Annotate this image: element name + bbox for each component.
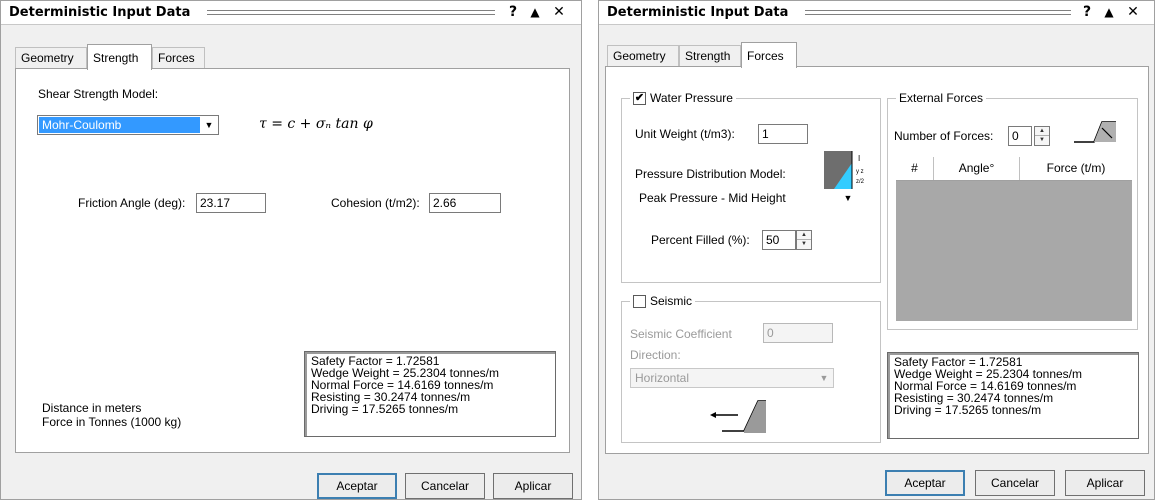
number-of-forces-input[interactable] xyxy=(1008,126,1032,146)
unit-weight-input[interactable] xyxy=(758,124,808,144)
seismic-title: Seismic xyxy=(650,294,693,308)
number-of-forces-stepper[interactable]: ▲ ▼ xyxy=(1034,126,1050,146)
result-driving: Driving = 17.5265 tonnes/m xyxy=(894,403,1042,417)
svg-text:z/2: z/2 xyxy=(856,179,865,185)
seismic-direction-icon xyxy=(710,400,766,433)
tab-strength[interactable]: Strength xyxy=(679,45,741,67)
col-angle[interactable]: Angle° xyxy=(934,157,1020,180)
ok-button[interactable]: Aceptar xyxy=(317,473,397,499)
results-box: Safety Factor = 1.72581 Wedge Weight = 2… xyxy=(304,351,556,437)
svg-text:y z: y z xyxy=(856,169,864,175)
close-button[interactable]: ✕ xyxy=(549,3,569,21)
seismic-direction-select[interactable]: Horizontal ▼ xyxy=(630,368,834,388)
collapse-button[interactable]: ▲ xyxy=(525,3,545,21)
distribution-model-label: Pressure Distribution Model: xyxy=(635,167,786,181)
shear-model-value: Mohr-Coulomb xyxy=(39,117,200,133)
strength-dialog: Deterministic Input Data ? ▲ ✕ Geometry … xyxy=(0,0,582,500)
cancel-button[interactable]: Cancelar xyxy=(405,473,485,499)
seismic-group: Seismic Seismic Coefficient Direction: H… xyxy=(621,294,881,443)
title-bar[interactable]: Deterministic Input Data ? ▲ ✕ xyxy=(599,1,1154,25)
external-forces-group: External Forces Number of Forces: ▲▼ # A… xyxy=(887,91,1138,330)
units-force: Force in Tonnes (1000 kg) xyxy=(42,415,182,429)
col-force[interactable]: Force (t/m) xyxy=(1020,157,1132,180)
shear-model-label: Shear Strength Model: xyxy=(38,87,159,101)
forces-panel: ✔ Water Pressure Unit Weight (t/m3): Pre… xyxy=(605,66,1149,454)
seismic-coefficient-label: Seismic Coefficient xyxy=(630,327,732,341)
title-rule xyxy=(207,10,495,15)
apply-button[interactable]: Aplicar xyxy=(1065,470,1145,496)
tab-geometry[interactable]: Geometry xyxy=(15,47,87,69)
tab-forces[interactable]: Forces xyxy=(741,42,797,68)
title-bar[interactable]: Deterministic Input Data ? ▲ ✕ xyxy=(1,1,581,25)
water-pressure-title: Water Pressure xyxy=(650,91,733,105)
friction-angle-label: Friction Angle (deg): xyxy=(78,196,186,210)
water-pressure-toggle[interactable]: ✔ Water Pressure xyxy=(630,91,736,105)
result-driving: Driving = 17.5265 tonnes/m xyxy=(311,402,459,416)
percent-filled-input[interactable] xyxy=(762,230,796,250)
chevron-down-icon: ▼ xyxy=(204,120,214,130)
seismic-direction-label: Direction: xyxy=(630,348,681,362)
forces-dialog: Deterministic Input Data ? ▲ ✕ Geometry … xyxy=(598,0,1155,500)
cancel-button[interactable]: Cancelar xyxy=(975,470,1055,496)
pressure-distribution-icon: I y z z/2 xyxy=(824,151,865,189)
ok-button[interactable]: Aceptar xyxy=(885,470,965,496)
apply-button[interactable]: Aplicar xyxy=(493,473,573,499)
friction-angle-input[interactable] xyxy=(196,193,266,213)
external-force-icon xyxy=(1074,121,1116,143)
external-forces-title-wrap: External Forces xyxy=(896,91,987,105)
seismic-toggle[interactable]: Seismic xyxy=(630,294,696,308)
unit-weight-label: Unit Weight (t/m3): xyxy=(635,127,735,141)
forces-table-body[interactable] xyxy=(896,181,1132,321)
chevron-down-icon: ▼ xyxy=(843,193,853,203)
distribution-model-select[interactable]: Peak Pressure - Mid Height ▼ xyxy=(635,189,857,209)
tab-forces[interactable]: Forces xyxy=(152,47,205,69)
cohesion-label: Cohesion (t/m2): xyxy=(331,196,420,210)
title-rule xyxy=(805,10,1071,15)
percent-filled-label: Percent Filled (%): xyxy=(651,233,750,247)
tab-geometry[interactable]: Geometry xyxy=(607,45,679,67)
chevron-down-icon: ▼ xyxy=(819,373,829,383)
seismic-checkbox[interactable] xyxy=(633,294,646,308)
tab-strength[interactable]: Strength xyxy=(87,44,152,70)
col-index[interactable]: # xyxy=(896,157,934,180)
forces-table-header: # Angle° Force (t/m) xyxy=(896,157,1132,181)
help-button[interactable]: ? xyxy=(1079,3,1095,21)
water-pressure-group: ✔ Water Pressure Unit Weight (t/m3): Pre… xyxy=(621,91,881,283)
seismic-coefficient-input[interactable] xyxy=(763,323,833,343)
collapse-button[interactable]: ▲ xyxy=(1099,3,1119,21)
help-button[interactable]: ? xyxy=(505,3,521,21)
svg-text:I: I xyxy=(858,154,860,163)
cohesion-input[interactable] xyxy=(429,193,501,213)
dialog-title: Deterministic Input Data xyxy=(607,5,789,20)
units-distance: Distance in meters xyxy=(42,401,142,415)
results-box: Safety Factor = 1.72581 Wedge Weight = 2… xyxy=(887,352,1139,439)
seismic-direction-value: Horizontal xyxy=(635,371,690,385)
strength-panel: Shear Strength Model: Mohr-Coulomb ▼ τ =… xyxy=(15,68,570,453)
mohr-coulomb-formula: τ = c + σₙ tan φ xyxy=(259,116,373,132)
external-forces-title: External Forces xyxy=(899,91,984,105)
water-pressure-checkbox[interactable]: ✔ xyxy=(633,91,646,105)
close-button[interactable]: ✕ xyxy=(1123,3,1143,21)
dialog-title: Deterministic Input Data xyxy=(9,5,191,20)
distribution-model-value: Peak Pressure - Mid Height xyxy=(639,191,786,205)
number-of-forces-label: Number of Forces: xyxy=(894,129,994,143)
percent-filled-stepper[interactable]: ▲ ▼ xyxy=(796,230,812,250)
shear-model-select[interactable]: Mohr-Coulomb ▼ xyxy=(37,115,219,135)
